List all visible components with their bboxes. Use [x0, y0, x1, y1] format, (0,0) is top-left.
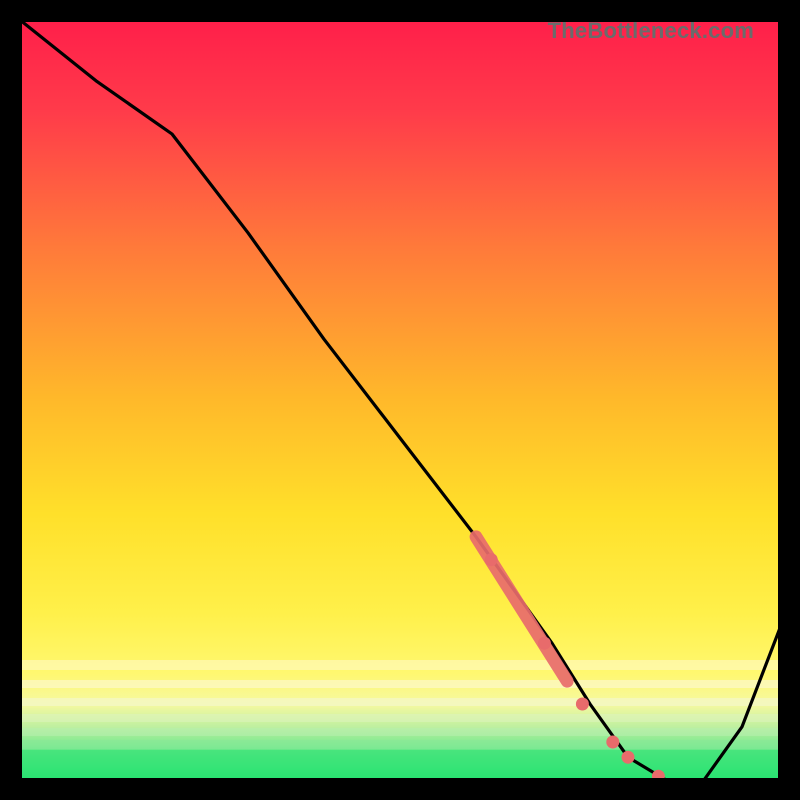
chart-svg — [20, 20, 780, 780]
marker-dot — [538, 637, 551, 650]
chart-frame: TheBottleneck.com — [20, 20, 780, 780]
marker-dot — [622, 751, 635, 764]
marker-dot — [576, 698, 589, 711]
watermark-label: TheBottleneck.com — [548, 18, 754, 44]
marker-dot — [485, 553, 498, 566]
marker-dot — [606, 736, 619, 749]
